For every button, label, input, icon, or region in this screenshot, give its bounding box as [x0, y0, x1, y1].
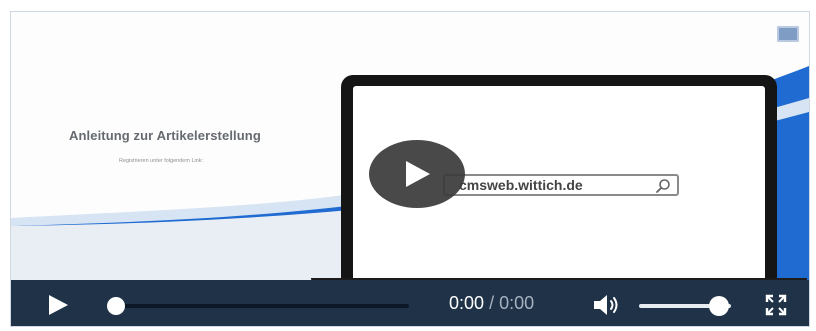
fullscreen-icon[interactable] — [765, 294, 787, 316]
play-icon — [406, 161, 430, 187]
current-time: 0:00 — [449, 293, 485, 313]
slide-logo — [777, 26, 799, 42]
url-text: cmsweb.wittich.de — [459, 177, 583, 193]
video-frame[interactable]: Anleitung zur Artikelerstellung Registri… — [11, 12, 809, 280]
slide-subtitle: Registrieren unter folgendem Link: — [119, 158, 204, 164]
big-play-button[interactable] — [369, 140, 465, 208]
time-display: 0:00 / 0:00 — [449, 293, 534, 314]
duration: 0:00 — [499, 293, 535, 313]
play-icon[interactable] — [47, 294, 69, 316]
video-player: Anleitung zur Artikelerstellung Registri… — [10, 11, 810, 327]
control-bar: 0:00 / 0:00 — [11, 280, 809, 326]
volume-icon[interactable] — [593, 294, 621, 316]
volume-handle[interactable] — [709, 296, 729, 316]
url-searchbar: cmsweb.wittich.de — [443, 174, 679, 196]
progress-track[interactable] — [115, 304, 409, 308]
progress-handle[interactable] — [107, 297, 125, 315]
search-icon — [656, 179, 670, 193]
slide-title: Anleitung zur Artikelerstellung — [69, 128, 261, 143]
time-separator: / — [489, 293, 495, 313]
